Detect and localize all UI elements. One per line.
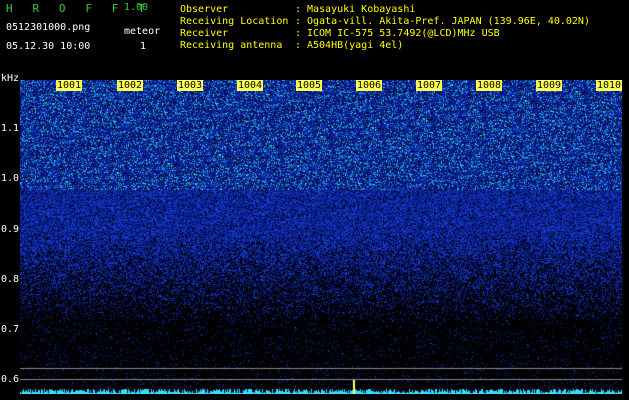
- y-tick-label: 0.8: [1, 274, 20, 285]
- date-time: 05.12.30 10:00: [6, 41, 91, 52]
- minute-label: 1008: [476, 80, 503, 91]
- spectrogram-canvas: [20, 80, 622, 394]
- meteor-count: 1: [140, 41, 147, 52]
- info-separator: :: [295, 4, 302, 15]
- minute-label: 1003: [177, 80, 204, 91]
- minute-label: 1007: [416, 80, 443, 91]
- y-axis-unit: kHz: [1, 73, 20, 84]
- info-label: Receiving Location: [180, 16, 289, 27]
- meteor-label: meteor: [124, 26, 161, 37]
- y-tick-label: 0.6: [1, 374, 20, 385]
- info-receiver: Receiver: ICOM IC-575 53.7492(@LCD)MHz US…: [180, 28, 500, 39]
- info-separator: :: [295, 28, 302, 39]
- app-version: 1.00: [124, 2, 149, 13]
- info-value: Masayuki Kobayashi: [307, 4, 416, 15]
- y-tick-label: 0.9: [1, 224, 20, 235]
- info-observer: Observer: Masayuki Kobayashi: [180, 4, 415, 15]
- info-value: Ogata-vill. Akita-Pref. JAPAN (139.96E, …: [307, 16, 590, 27]
- minute-label: 1006: [356, 80, 383, 91]
- info-separator: :: [295, 16, 302, 27]
- spectrogram: [20, 80, 622, 394]
- info-separator: :: [295, 40, 302, 51]
- minute-label: 1009: [536, 80, 563, 91]
- y-tick-label: 1.0: [1, 173, 20, 184]
- info-label: Receiver: [180, 28, 229, 39]
- info-value: ICOM IC-575 53.7492(@LCD)MHz USB: [307, 28, 500, 39]
- minute-label: 1002: [117, 80, 144, 91]
- info-value: A504HB(yagi 4el): [307, 40, 404, 51]
- minute-label: 1010: [596, 80, 623, 91]
- info-label: Receiving antenna: [180, 40, 283, 51]
- right-edge: [622, 80, 629, 400]
- info-location: Receiving Location: Ogata-vill. Akita-Pre…: [180, 16, 590, 27]
- info-label: Observer: [180, 4, 229, 15]
- minute-label: 1001: [56, 80, 83, 91]
- y-tick-label: 0.7: [1, 324, 20, 335]
- y-tick-label: 1.1: [1, 123, 20, 134]
- minute-label: 1004: [237, 80, 264, 91]
- info-antenna: Receiving antenna: A504HB(yagi 4el): [180, 40, 403, 51]
- minute-label: 1005: [296, 80, 323, 91]
- file-name: 0512301000.png: [6, 22, 91, 33]
